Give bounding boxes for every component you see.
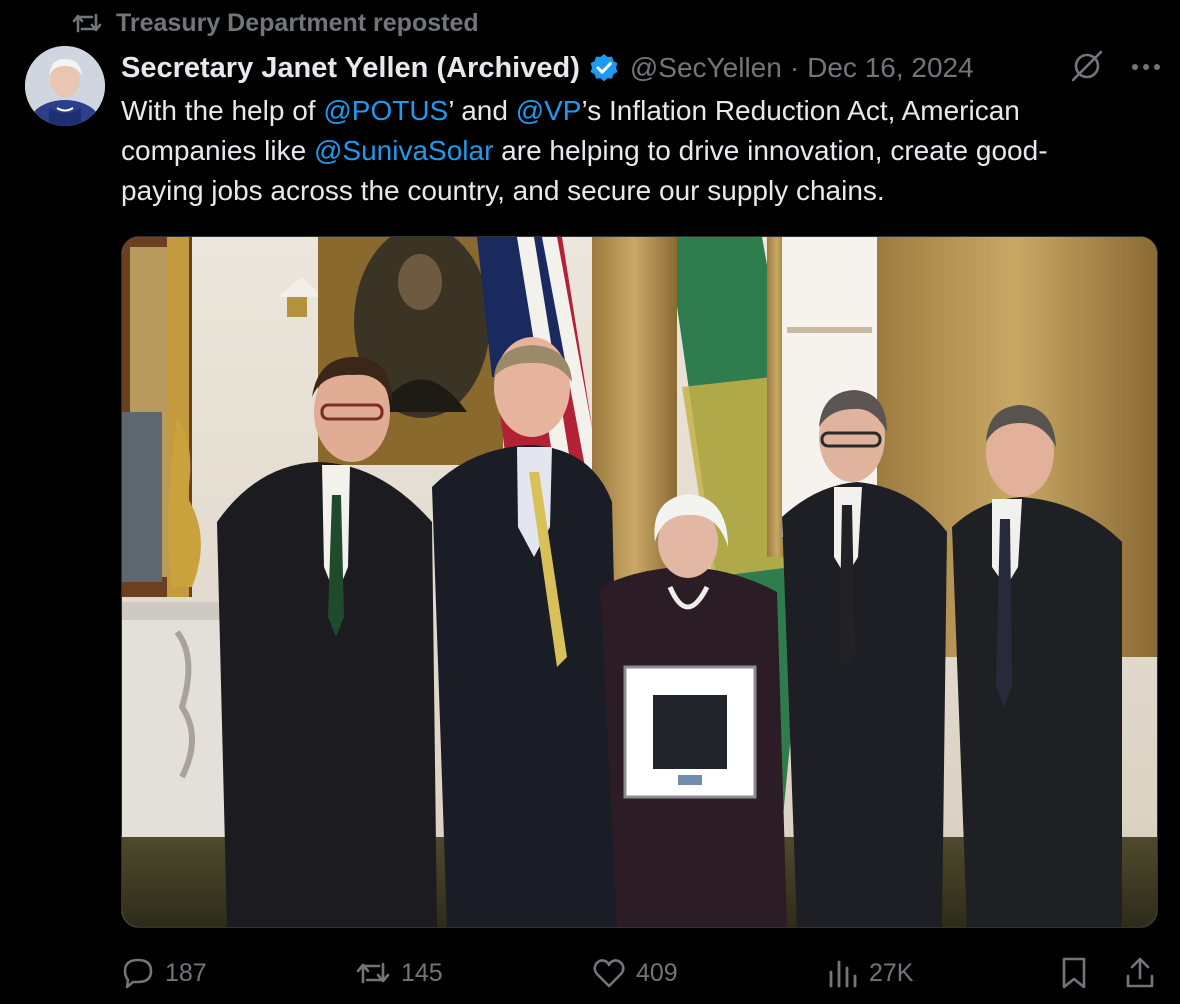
tweet-photo[interactable] <box>121 236 1158 928</box>
share-icon <box>1124 956 1156 990</box>
author-handle[interactable]: @SecYellen <box>630 52 782 84</box>
repost-indicator: Treasury Department reposted <box>72 8 479 38</box>
tweet-text-segment: ’ and <box>448 95 516 126</box>
repost-count: 145 <box>401 958 443 987</box>
mention-link[interactable]: @VP <box>516 95 582 126</box>
tweet-header: Secretary Janet Yellen (Archived) @SecYe… <box>121 47 1161 89</box>
heart-icon <box>592 957 626 989</box>
mention-link[interactable]: @SunivaSolar <box>314 135 493 166</box>
reply-count: 187 <box>165 958 207 987</box>
repost-label[interactable]: Treasury Department reposted <box>116 9 479 38</box>
tweet-text: With the help of @POTUS’ and @VP’s Infla… <box>121 91 1161 211</box>
more-icon[interactable] <box>1131 59 1161 77</box>
repost-button[interactable]: 145 <box>355 950 443 996</box>
bookmark-button[interactable] <box>1059 950 1089 996</box>
views-icon <box>827 958 859 988</box>
separator-dot: · <box>789 52 800 83</box>
reply-icon <box>121 956 155 990</box>
repost-action-icon <box>355 958 391 988</box>
tweet-date[interactable]: Dec 16, 2024 <box>807 52 974 84</box>
tweet-text-segment: With the help of <box>121 95 324 126</box>
mention-link[interactable]: @POTUS <box>323 95 448 126</box>
bookmark-icon <box>1059 956 1089 990</box>
like-count: 409 <box>636 958 678 987</box>
reply-button[interactable]: 187 <box>121 950 207 996</box>
views-count: 27K <box>869 958 914 987</box>
like-button[interactable]: 409 <box>592 950 678 996</box>
header-actions <box>1069 47 1161 89</box>
tweet-actions: 187 145 409 27K <box>121 950 1161 996</box>
verified-badge-icon[interactable] <box>588 52 620 84</box>
share-button[interactable] <box>1124 950 1156 996</box>
avatar[interactable] <box>25 46 105 126</box>
views-button[interactable]: 27K <box>827 950 913 996</box>
author-name[interactable]: Secretary Janet Yellen (Archived) <box>121 52 580 85</box>
grok-icon[interactable] <box>1069 48 1105 89</box>
repost-icon <box>72 11 102 35</box>
